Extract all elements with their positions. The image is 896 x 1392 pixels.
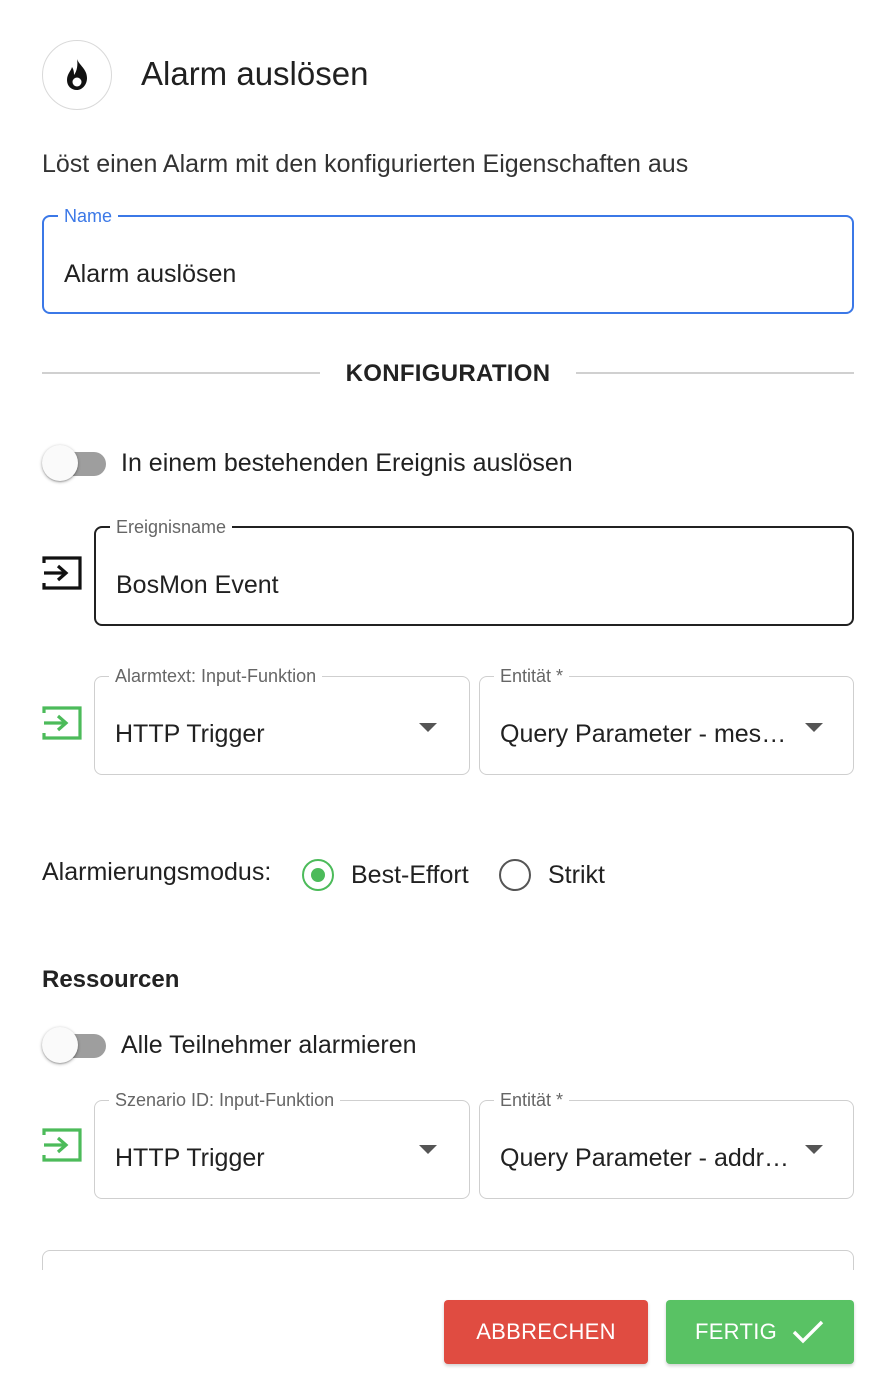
fire-icon [67,59,87,90]
radio-best-effort-label[interactable]: Best-Effort [351,861,469,890]
checkmark-icon [792,1320,824,1344]
section-title-configuration: KONFIGURATION [345,360,551,387]
dialog-description: Löst einen Alarm mit den konfigurierten … [42,150,689,178]
radio-strict-label[interactable]: Strikt [548,861,605,890]
alarm-text-function-select[interactable]: Alarmtext: Input-Funktion HTTP Trigger [94,665,470,775]
cancel-button[interactable]: ABBRECHEN [444,1300,648,1364]
event-name-value[interactable]: BosMon Event [116,571,279,600]
cancel-button-label: ABBRECHEN [476,1319,616,1344]
chevron-down-icon[interactable] [805,1145,823,1154]
dialog-title: Alarm auslösen [141,55,369,92]
scenario-entity-value: Query Parameter - address [500,1144,795,1172]
chevron-down-icon[interactable] [419,723,437,732]
alarm-text-entity-select[interactable]: Entität * Query Parameter - message [479,665,854,775]
scenario-entity-label: Entität * [494,1089,570,1111]
all-participants-toggle[interactable] [42,1027,106,1063]
alarm-text-entity-value: Query Parameter - message [500,720,795,748]
toggle-thumb [42,1027,78,1063]
alarm-text-function-value: HTTP Trigger [115,720,265,748]
chevron-down-icon[interactable] [419,1145,437,1154]
scenario-function-value: HTTP Trigger [115,1144,265,1172]
existing-event-toggle[interactable] [42,445,106,481]
input-icon [42,1128,82,1162]
scenario-entity-select[interactable]: Entität * Query Parameter - address [479,1089,854,1199]
name-field-label: Name [58,205,119,227]
done-button[interactable]: FERTIG [666,1300,854,1364]
name-field-value[interactable]: Alarm auslösen [64,260,236,289]
scenario-function-select[interactable]: Szenario ID: Input-Funktion HTTP Trigger [94,1089,470,1199]
fire-icon-badge [42,40,112,110]
event-name-label: Ereignisname [110,516,233,538]
next-field[interactable] [42,1250,854,1270]
toggle-thumb [42,445,78,481]
all-participants-toggle-label: Alle Teilnehmer alarmieren [121,1031,417,1059]
name-field[interactable]: Name Alarm auslösen [42,205,854,314]
alarm-text-entity-label: Entität * [494,665,570,687]
event-name-field[interactable]: Ereignisname BosMon Event [94,516,854,626]
input-icon [42,556,82,590]
radio-strict[interactable] [499,859,531,891]
radio-best-effort[interactable] [302,859,334,891]
alarm-mode-label: Alarmierungsmodus: [42,858,272,886]
alarm-text-function-label: Alarmtext: Input-Funktion [109,665,323,687]
chevron-down-icon[interactable] [805,723,823,732]
done-button-label: FERTIG [694,1319,778,1344]
next-field-clip [42,1250,854,1270]
resources-title: Ressourcen [42,966,180,993]
input-icon [42,706,82,740]
existing-event-toggle-label: In einem bestehenden Ereignis auslösen [121,449,573,477]
scenario-function-label: Szenario ID: Input-Funktion [109,1089,341,1111]
